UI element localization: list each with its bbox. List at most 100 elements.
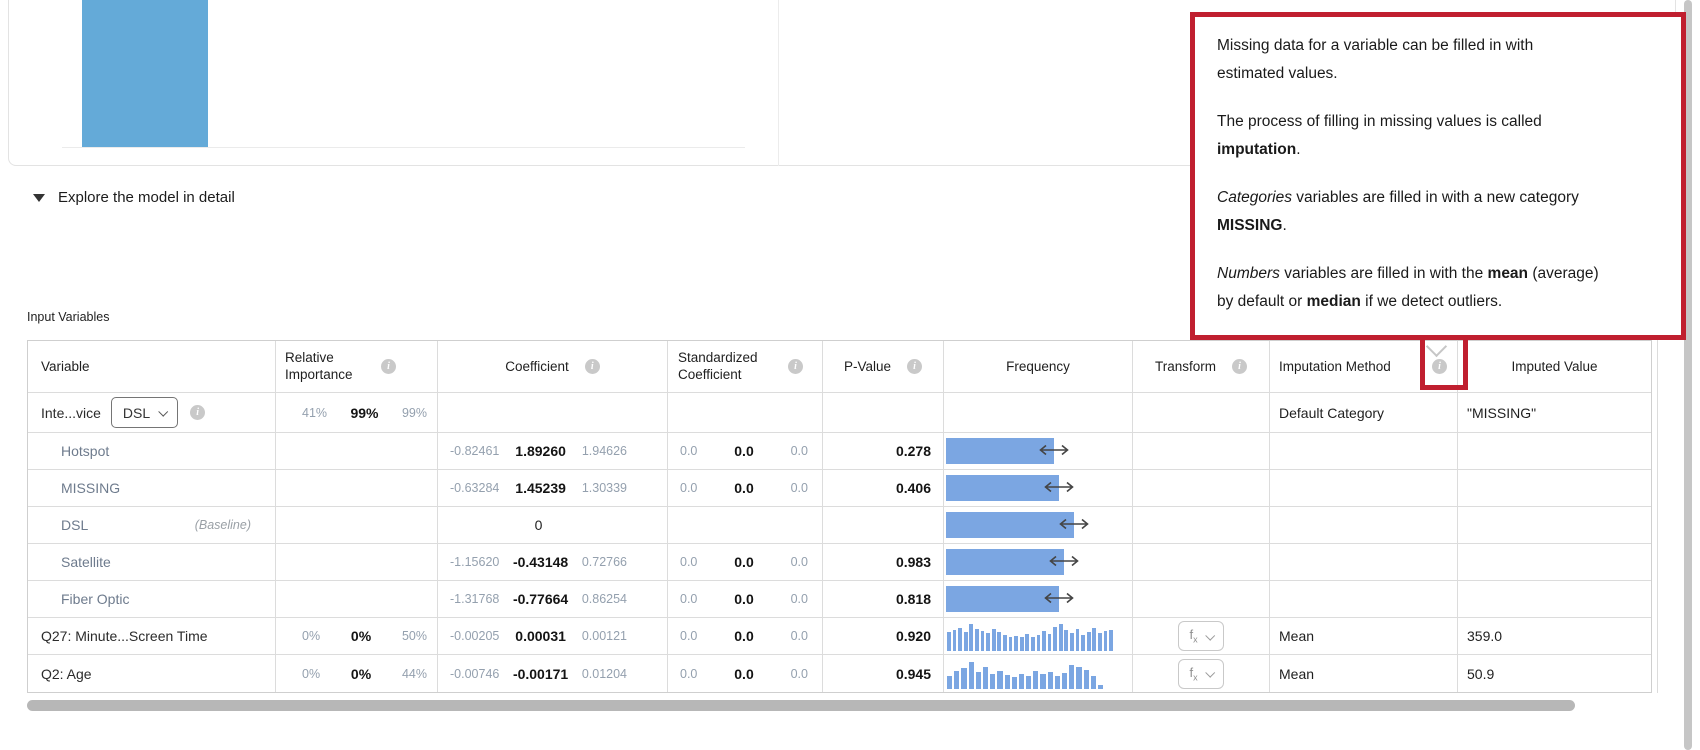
high-value: 0.0	[790, 666, 808, 681]
variable-label: Hotspot	[61, 443, 110, 459]
pvalue-cell: 0.945	[823, 655, 944, 692]
relative-importance-cell: 41% 99% 99%	[276, 393, 438, 432]
main-value: 1.45239	[515, 480, 566, 496]
imputation-method-cell: Mean	[1270, 655, 1458, 692]
high-value: 0.0	[790, 555, 808, 569]
error-bar-icon	[1038, 443, 1070, 459]
category-dropdown[interactable]: DSL	[110, 397, 179, 428]
relative-importance-cell	[276, 433, 438, 469]
variable-cell: Satellite	[28, 544, 276, 580]
column-header-label: Coefficient	[505, 359, 569, 374]
high-value: 44%	[401, 666, 427, 681]
transform-cell: fx	[1133, 655, 1270, 692]
low-value: -0.00205	[450, 629, 500, 643]
low-value: 0.0	[680, 592, 698, 606]
low-value: -0.00746	[450, 666, 500, 681]
annotation-highlight-box	[1420, 335, 1468, 390]
imputation-method-cell	[1270, 470, 1458, 506]
relative-importance-cell: 0% 0% 50%	[276, 618, 438, 654]
table-row: Hotspot -0.82461 1.89260 1.94626 0.0 0.0 0.0 0.…	[28, 433, 1651, 470]
pvalue: 0.406	[895, 480, 931, 496]
fx-dropdown[interactable]: fx	[1178, 658, 1224, 689]
low-value: 0.0	[680, 666, 698, 681]
frequency-cell	[944, 393, 1133, 432]
table-row: Q2: Age 0% 0% 44% -0.00746 -0.00171 0.01204 0.0…	[28, 655, 1651, 692]
info-icon[interactable]: i	[584, 359, 600, 374]
main-value: 0.0	[734, 443, 754, 459]
variable-label: MISSING	[61, 480, 121, 496]
column-header-label: Variable	[41, 359, 90, 374]
imputation-method-value: Mean	[1279, 665, 1315, 682]
main-value: -0.43148	[512, 554, 569, 570]
value-triple: 0.0 0.0 0.0	[680, 591, 808, 607]
low-value: 0.0	[680, 555, 698, 569]
value-triple: -0.82461 1.89260 1.94626	[450, 443, 627, 459]
value-triple: 41% 99% 99%	[302, 405, 427, 421]
coefficient-cell: 0	[438, 507, 668, 543]
chart-bar	[82, 0, 208, 147]
transform-cell	[1133, 433, 1270, 469]
chevron-down-icon	[1204, 667, 1215, 678]
standardized-coefficient-cell	[668, 507, 823, 543]
table-edge-line	[1657, 340, 1658, 693]
tooltip-line: imputation.	[1217, 141, 1301, 158]
input-variables-table: Variable Relative Importance i Coefficient i…	[27, 340, 1652, 693]
coefficient-cell: -0.63284 1.45239 1.30339	[438, 470, 668, 506]
column-header-label: P-Value	[843, 359, 892, 374]
imputation-method-cell	[1270, 581, 1458, 617]
imputed-value-cell: "MISSING"	[1458, 393, 1651, 432]
explore-model-toggle[interactable]: Explore the model in detail	[33, 189, 235, 206]
card-divider	[778, 0, 779, 166]
variable-cell: Q27: Minute...Screen Time	[28, 618, 276, 654]
horizontal-scrollbar[interactable]	[27, 700, 1575, 711]
imputed-value-cell: 50.9	[1458, 655, 1651, 692]
baseline-note: (Baseline)	[194, 518, 251, 532]
main-value: 99%	[350, 404, 379, 421]
imputation-method-value: Default Category	[1279, 404, 1385, 421]
low-value: 0.0	[680, 481, 698, 495]
caret-down-icon	[33, 193, 45, 202]
main-value: 0%	[350, 665, 372, 682]
low-value: 0.0	[680, 629, 698, 643]
value-triple: -1.15620 -0.43148 0.72766	[450, 554, 627, 570]
table-row: Q27: Minute...Screen Time 0% 0% 50% -0.00205…	[28, 618, 1651, 655]
variable-cell: Fiber Optic	[28, 581, 276, 617]
info-icon[interactable]: i	[190, 405, 206, 420]
variable-cell: DSL (Baseline)	[28, 507, 276, 543]
fx-dropdown[interactable]: fx	[1178, 621, 1224, 651]
standardized-coefficient-cell: 0.0 0.0 0.0	[668, 581, 823, 617]
info-icon[interactable]: i	[788, 359, 803, 374]
coefficient-cell: -1.31768 -0.77664 0.86254	[438, 581, 668, 617]
value-triple: 0.0 0.0 0.0	[680, 666, 808, 682]
low-value: 0%	[302, 629, 321, 643]
imputation-method-cell	[1270, 544, 1458, 580]
high-value: 99%	[401, 405, 427, 420]
column-header-label: Imputation Method	[1279, 359, 1391, 374]
info-icon[interactable]: i	[381, 359, 396, 374]
variable-label: Fiber Optic	[61, 591, 130, 607]
main-value: 0.00031	[515, 628, 566, 644]
standardized-coefficient-cell: 0.0 0.0 0.0	[668, 470, 823, 506]
pvalue: 0.983	[895, 554, 931, 570]
imputed-value: "MISSING"	[1467, 404, 1537, 421]
tooltip-line: by default or median if we detect outlie…	[1217, 293, 1503, 310]
category-dropdown-value: DSL	[122, 404, 151, 421]
variable-cell: Inte...vice DSL i	[28, 393, 276, 432]
info-icon[interactable]: i	[1232, 359, 1247, 374]
value-triple: -0.00205 0.00031 0.00121	[450, 628, 627, 644]
input-variables-label: Input Variables	[27, 310, 110, 324]
info-icon[interactable]: i	[907, 359, 923, 374]
table-row: MISSING -0.63284 1.45239 1.30339 0.0 0.0 0.0 0.…	[28, 470, 1651, 507]
value-triple: 0.0 0.0 0.0	[680, 554, 808, 570]
main-value: 0.0	[734, 665, 754, 682]
frequency-cell	[944, 581, 1133, 617]
pvalue-cell: 0.406	[823, 470, 944, 506]
transform-cell	[1133, 581, 1270, 617]
low-value: 41%	[302, 405, 328, 420]
imputed-value-cell	[1458, 544, 1651, 580]
variable-cell: MISSING	[28, 470, 276, 506]
high-value: 0.72766	[581, 555, 627, 569]
tooltip-line: estimated values.	[1217, 65, 1338, 82]
error-bar-icon	[1043, 480, 1075, 496]
value-triple: 0% 0% 44%	[302, 666, 427, 682]
